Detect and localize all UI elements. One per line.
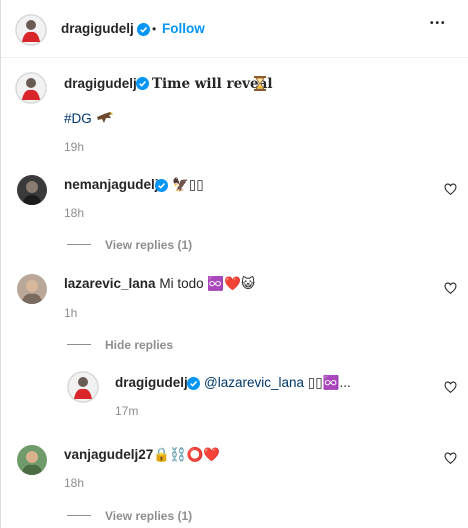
caption-hashtag[interactable]: #DG bbox=[64, 111, 114, 126]
comment-text: 🦅▯▯ bbox=[172, 177, 204, 192]
view-replies-button[interactable]: View replies (1) bbox=[105, 509, 192, 523]
comment-line: lazarevic_lana Mi todo ♾️❤️😺 bbox=[64, 276, 255, 292]
author-username[interactable]: dragigudelj bbox=[61, 21, 134, 36]
follow-button[interactable]: Follow bbox=[162, 21, 205, 36]
caption-author-username[interactable]: dragigudelj bbox=[64, 76, 137, 91]
replies-divider bbox=[67, 515, 91, 516]
verified-badge-icon bbox=[187, 377, 200, 390]
post-comments-panel: dragigudelj • Follow ••• dragigudelj Tim… bbox=[0, 0, 468, 528]
verified-badge-icon bbox=[155, 179, 168, 192]
like-heart-icon[interactable] bbox=[444, 183, 457, 196]
view-replies-button[interactable]: View replies (1) bbox=[105, 238, 192, 252]
hashtag-text[interactable]: #DG bbox=[64, 111, 92, 126]
more-options-button[interactable]: ••• bbox=[430, 18, 447, 29]
header-separator: • bbox=[152, 22, 157, 36]
verified-badge-icon bbox=[136, 77, 149, 90]
reply-mention-link[interactable]: @lazarevic_lana bbox=[204, 375, 304, 390]
replies-divider bbox=[67, 244, 91, 245]
verified-badge-icon bbox=[137, 23, 150, 36]
like-heart-icon[interactable] bbox=[444, 452, 457, 465]
hide-replies-button[interactable]: Hide replies bbox=[105, 338, 173, 352]
comment-username[interactable]: nemanjagudelj bbox=[64, 177, 159, 192]
eagle-icon bbox=[96, 111, 114, 125]
commenter-avatar[interactable] bbox=[17, 274, 47, 304]
comment-timestamp: 18h bbox=[64, 476, 85, 490]
caption-author-avatar[interactable] bbox=[15, 72, 47, 104]
hourglass-icon bbox=[254, 76, 266, 91]
commenter-avatar[interactable] bbox=[17, 175, 47, 205]
reply-author-avatar[interactable] bbox=[67, 371, 99, 403]
comment-timestamp: 1h bbox=[64, 306, 78, 320]
comment-timestamp: 18h bbox=[64, 206, 85, 220]
caption-timestamp: 19h bbox=[64, 140, 85, 154]
comment-text: Mi todo ♾️❤️😺 bbox=[159, 276, 256, 291]
commenter-avatar[interactable] bbox=[17, 445, 47, 475]
reply-username[interactable]: dragigudelj bbox=[115, 375, 188, 390]
like-heart-icon[interactable] bbox=[444, 282, 457, 295]
author-avatar[interactable] bbox=[15, 14, 47, 46]
reply-text-line: @lazarevic_lana ▯▯♾️... bbox=[204, 375, 351, 391]
comment-username[interactable]: lazarevic_lana bbox=[64, 276, 156, 291]
replies-divider bbox=[67, 344, 91, 345]
comment-text: 🔒⛓️⭕❤️ bbox=[153, 447, 221, 462]
reply-text: ▯▯♾️... bbox=[307, 375, 351, 390]
comment-username[interactable]: vanjagudelj27 bbox=[64, 447, 153, 462]
reply-timestamp: 17m bbox=[115, 404, 139, 418]
like-heart-icon[interactable] bbox=[444, 381, 457, 394]
post-header: dragigudelj • Follow ••• bbox=[1, 0, 468, 58]
